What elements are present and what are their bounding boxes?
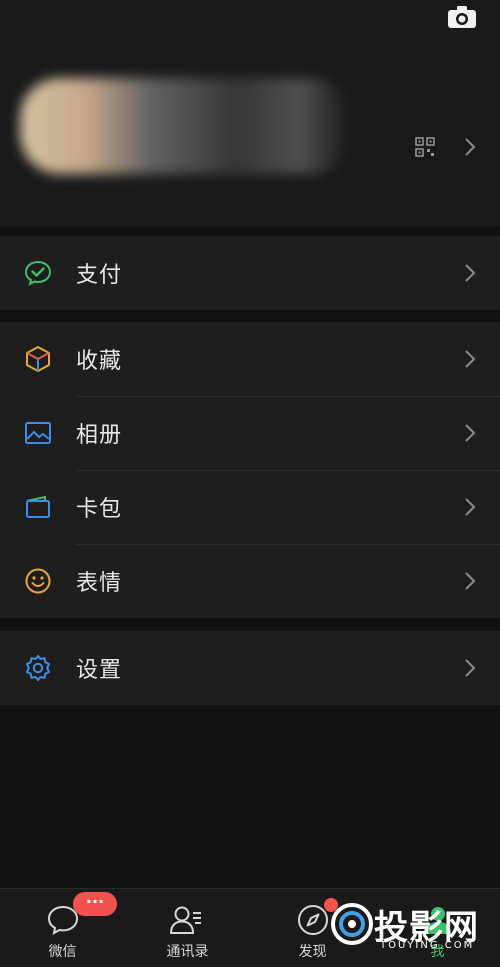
camera-icon[interactable] [447,5,477,29]
menu-item-pay[interactable]: 支付 [0,236,500,310]
wechat-pay-icon [24,260,52,286]
menu-item-settings[interactable]: 设置 [0,631,500,705]
menu-item-label: 表情 [76,571,123,596]
tab-label: 微信 [48,944,77,960]
menu-item-label: 相册 [76,423,123,448]
menu-item-cards[interactable]: 卡包 [0,470,500,544]
chevron-right-icon [465,572,476,590]
watermark-subtext: TOUYING.COM [380,940,475,951]
profile-header[interactable] [0,0,500,226]
smiley-face-icon [25,568,51,594]
qr-code-icon[interactable] [415,137,435,157]
menu-group-pay: 支付 [0,236,500,310]
cube-favorites-icon [26,345,50,373]
chevron-right-icon [465,659,476,677]
menu-item-label: 收藏 [76,349,123,374]
avatar[interactable] [20,78,350,174]
chevron-right-icon [465,138,476,156]
card-wallet-icon [26,495,50,518]
watermark-camera-icon [331,903,373,945]
gear-icon [26,655,50,681]
photo-album-icon [25,422,51,444]
menu-item-label: 设置 [76,658,123,683]
chevron-right-icon [465,498,476,516]
menu-item-label: 支付 [76,263,123,288]
tab-chats[interactable]: 微信 ··· [0,889,125,967]
unread-badge: ··· [73,892,117,916]
chevron-right-icon [465,350,476,368]
contacts-icon [169,906,201,934]
chevron-right-icon [465,424,476,442]
watermark-logo: 投影网 TOUYING.COM [330,900,500,960]
tab-label: 通讯录 [166,944,209,960]
menu-group-main: 收藏 相册 卡包 表情 [0,322,500,618]
menu-item-label: 卡包 [76,497,123,522]
menu-item-album[interactable]: 相册 [0,396,500,470]
tab-contacts[interactable]: 通讯录 [125,889,250,967]
chevron-right-icon [465,264,476,282]
menu-group-settings: 设置 [0,631,500,705]
menu-item-favorites[interactable]: 收藏 [0,322,500,396]
menu-item-stickers[interactable]: 表情 [0,544,500,618]
